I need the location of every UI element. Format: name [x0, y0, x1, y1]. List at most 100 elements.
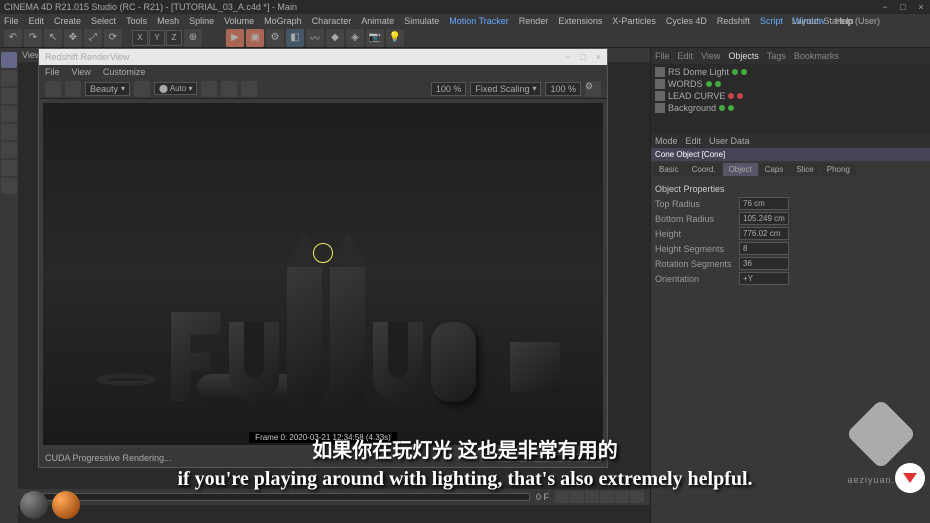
minimize-icon[interactable]: −	[880, 2, 890, 12]
render-dot-icon[interactable]	[737, 93, 743, 99]
axis-y[interactable]: Y	[149, 30, 165, 46]
axis-z[interactable]: Z	[166, 30, 182, 46]
orientation-field[interactable]	[739, 272, 789, 285]
rv-snapshot-button[interactable]	[201, 81, 217, 97]
rv-menu-file[interactable]: File	[45, 67, 60, 77]
visibility-dot-icon[interactable]	[719, 105, 725, 111]
menu-select[interactable]: Select	[91, 16, 116, 26]
menu-simulate[interactable]: Simulate	[404, 16, 439, 26]
object-mode[interactable]	[1, 70, 17, 86]
attr-tab-userdata[interactable]: User Data	[709, 136, 750, 146]
goto-start-button[interactable]	[555, 491, 569, 503]
object-row[interactable]: Background	[653, 102, 928, 114]
rv-menu-customize[interactable]: Customize	[103, 67, 146, 77]
menu-create[interactable]: Create	[54, 16, 81, 26]
rv-aov-dropdown[interactable]: Beauty ▾	[85, 82, 130, 96]
polygon-mode[interactable]	[1, 142, 17, 158]
rv-scaling-dropdown[interactable]: Fixed Scaling ▾	[470, 82, 541, 96]
model-mode[interactable]	[1, 52, 17, 68]
menu-character[interactable]: Character	[312, 16, 352, 26]
light-button[interactable]: 💡	[386, 29, 404, 47]
menu-animate[interactable]: Animate	[361, 16, 394, 26]
rv-lock-button[interactable]	[134, 81, 150, 97]
cube-primitive-button[interactable]: ◧	[286, 29, 304, 47]
rv-minimize-icon[interactable]: −	[565, 52, 570, 62]
material-ball-default[interactable]	[20, 491, 48, 519]
object-row[interactable]: RS Dome Light	[653, 66, 928, 78]
bottom-radius-field[interactable]	[739, 212, 789, 225]
op-tab-edit[interactable]: Edit	[678, 51, 694, 61]
menu-mesh[interactable]: Mesh	[157, 16, 179, 26]
coord-system-button[interactable]: ⊕	[184, 29, 202, 47]
op-tab-bookmarks[interactable]: Bookmarks	[794, 51, 839, 61]
menu-edit[interactable]: Edit	[29, 16, 45, 26]
op-tab-objects[interactable]: Objects	[728, 51, 759, 61]
height-segments-field[interactable]	[739, 242, 789, 255]
menu-tools[interactable]: Tools	[126, 16, 147, 26]
render-button[interactable]: ▶	[226, 29, 244, 47]
attr-tab-coord[interactable]: Coord.	[686, 163, 722, 176]
top-radius-field[interactable]	[739, 197, 789, 210]
rv-close-icon[interactable]: ×	[596, 52, 601, 62]
rv-ipr-button[interactable]	[65, 81, 81, 97]
timeline-slider[interactable]	[43, 493, 530, 501]
edge-mode[interactable]	[1, 124, 17, 140]
render-dot-icon[interactable]	[728, 105, 734, 111]
menu-mograph[interactable]: MoGraph	[264, 16, 302, 26]
uv-mode[interactable]	[1, 178, 17, 194]
rv-region-button[interactable]	[221, 81, 237, 97]
menu-motiontracker[interactable]: Motion Tracker	[449, 16, 509, 26]
object-row[interactable]: WORDS	[653, 78, 928, 90]
point-mode[interactable]	[1, 106, 17, 122]
layout-selector[interactable]: Layout: Startup (User)	[792, 16, 880, 26]
visibility-dot-icon[interactable]	[706, 81, 712, 87]
attr-tab-basic[interactable]: Basic	[653, 163, 685, 176]
visibility-dot-icon[interactable]	[732, 69, 738, 75]
object-row[interactable]: LEAD CURVE	[653, 90, 928, 102]
redo-button[interactable]: ↷	[24, 29, 42, 47]
object-tree[interactable]: RS Dome Light WORDS LEAD CURVE Backgroun…	[651, 64, 930, 134]
render-pv-button[interactable]: ▣	[246, 29, 264, 47]
attr-tab-object[interactable]: Object	[723, 163, 758, 176]
goto-end-button[interactable]	[615, 491, 629, 503]
rv-render-button[interactable]	[45, 81, 61, 97]
menu-render[interactable]: Render	[519, 16, 549, 26]
op-tab-file[interactable]: File	[655, 51, 670, 61]
rv-menu-view[interactable]: View	[72, 67, 91, 77]
rv-zoom-field[interactable]: 100 %	[431, 82, 467, 96]
material-manager[interactable]	[18, 487, 82, 523]
attr-tab-edit[interactable]: Edit	[686, 136, 702, 146]
height-field[interactable]	[739, 227, 789, 240]
rv-settings-icon[interactable]: ⚙	[585, 81, 601, 97]
axis-x[interactable]: X	[132, 30, 148, 46]
menu-redshift[interactable]: Redshift	[717, 16, 750, 26]
rotation-segments-field[interactable]	[739, 257, 789, 270]
generator-button[interactable]: ◆	[326, 29, 344, 47]
rv-freeze-button[interactable]	[241, 81, 257, 97]
record-button[interactable]	[630, 491, 644, 503]
attr-tab-mode[interactable]: Mode	[655, 136, 678, 146]
maximize-icon[interactable]: □	[898, 2, 908, 12]
op-tab-view[interactable]: View	[701, 51, 720, 61]
close-icon[interactable]: ×	[916, 2, 926, 12]
renderview-titlebar[interactable]: Redshift RenderView − □ ×	[39, 49, 607, 65]
attr-tab-caps[interactable]: Caps	[759, 163, 790, 176]
render-dot-icon[interactable]	[715, 81, 721, 87]
rotate-tool[interactable]: ⟳	[104, 29, 122, 47]
camera-button[interactable]: 📷	[366, 29, 384, 47]
play-button[interactable]	[585, 491, 599, 503]
visibility-dot-icon[interactable]	[728, 93, 734, 99]
menu-spline[interactable]: Spline	[189, 16, 214, 26]
attr-tab-phong[interactable]: Phong	[821, 163, 856, 176]
rv-scaling-pct[interactable]: 100 %	[545, 82, 581, 96]
menu-extensions[interactable]: Extensions	[558, 16, 602, 26]
renderview-image-area[interactable]: Frame 0: 2020-03-21 12:34:58 (4.33s)	[43, 103, 603, 445]
menu-xparticles[interactable]: X-Particles	[612, 16, 656, 26]
material-ball-orange[interactable]	[52, 491, 80, 519]
render-dot-icon[interactable]	[741, 69, 747, 75]
scale-tool[interactable]: ⤢	[84, 29, 102, 47]
prev-frame-button[interactable]	[570, 491, 584, 503]
menu-script[interactable]: Script	[760, 16, 783, 26]
rv-lut-dropdown[interactable]: ⬤ Auto ▾	[154, 82, 197, 95]
attr-tab-slice[interactable]: Slice	[790, 163, 819, 176]
